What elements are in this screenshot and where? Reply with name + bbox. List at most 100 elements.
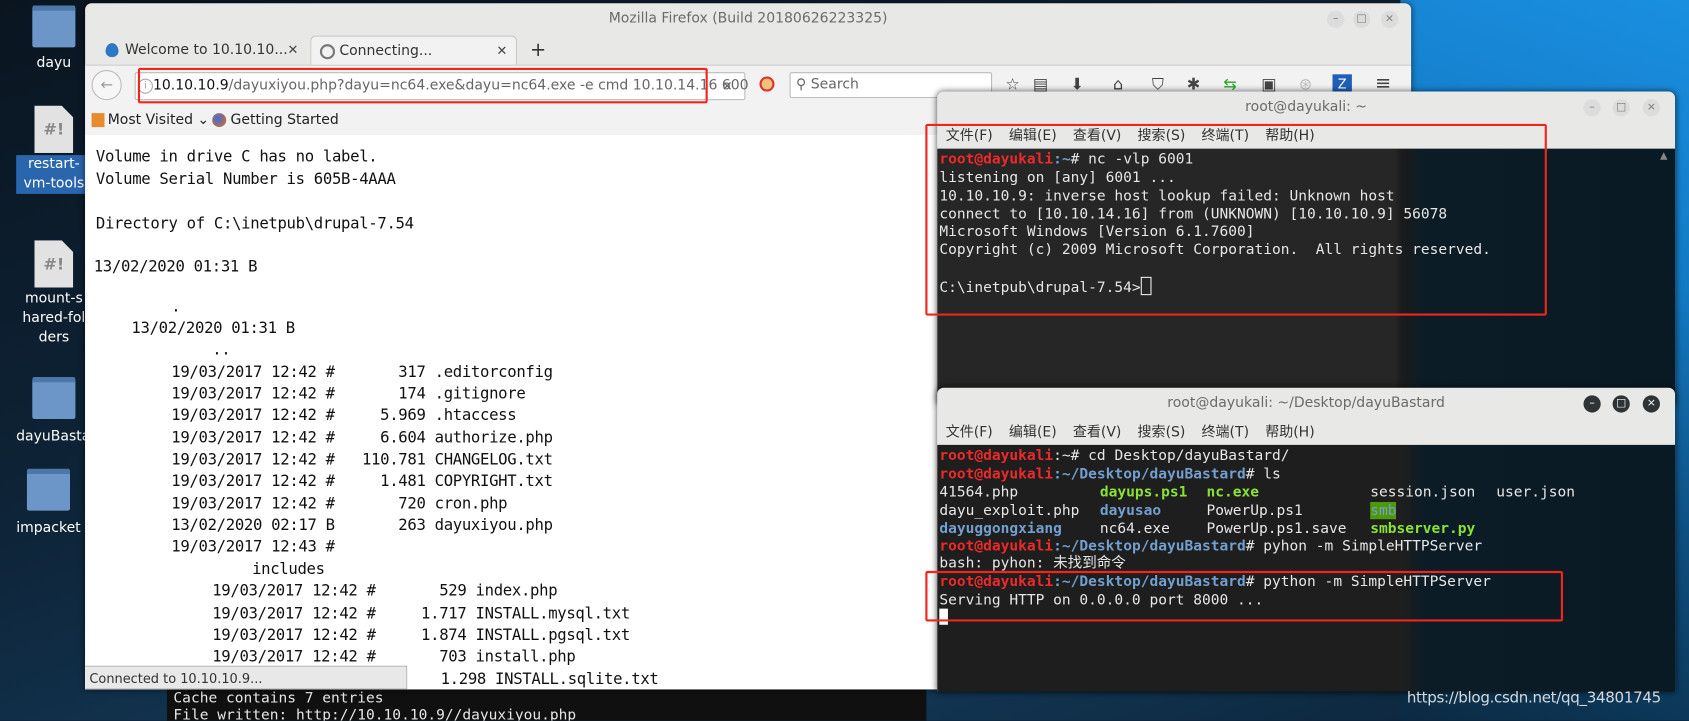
menu-file[interactable]: 文件(F) [946, 424, 993, 440]
ls-entry: PowerUp.ps1 [1206, 501, 1303, 520]
close-button[interactable]: × [1642, 99, 1660, 117]
folder-icon [32, 5, 76, 48]
ls-entry: PowerUp.ps1.save [1206, 520, 1347, 538]
content-line: Volume Serial Number is 605B-4AAA [95, 171, 396, 189]
close-tab-icon[interactable]: ✕ [288, 36, 299, 65]
content-line: 19/03/2017 12:42 # 5.969 .htaccess [171, 407, 517, 425]
menu-view[interactable]: 查看(V) [1073, 424, 1122, 440]
desktop: dayu #! restart-vm-tools #! mount-shared… [0, 0, 1689, 721]
tab-welcome[interactable]: Welcome to 10.10.10... ✕ [97, 36, 307, 65]
maximize-button[interactable]: □ [1612, 395, 1630, 413]
icon-label: dayuBastard [16, 428, 105, 445]
menu-edit[interactable]: 编辑(E) [1009, 424, 1057, 440]
desktop-icon-mount-shared-folders[interactable]: #! mount-shared-folders [16, 240, 91, 348]
tab-connecting[interactable]: Connecting... ✕ [310, 35, 518, 66]
content-line: 19/03/2017 12:42 # 174 .gitignore [171, 385, 526, 403]
tab-label: Welcome to 10.10.10... [124, 42, 288, 59]
content-line: includes [252, 561, 325, 579]
prompt-path: :~/Desktop/dayuBastard [1053, 465, 1246, 483]
most-visited-icon [91, 113, 105, 128]
content-line: 19/03/2017 12:42 # 6.604 authorize.php [171, 429, 553, 448]
icon-label: impacket [16, 520, 81, 537]
ls-entry: dayups.ps1 [1099, 483, 1188, 501]
content-line: 19/03/2017 12:42 # 529 index.php [212, 582, 558, 601]
ls-entry: 41564.php [939, 483, 1019, 501]
loading-icon [319, 44, 336, 60]
bookmark-label: Most Visited [107, 112, 193, 129]
icon-label: dayu [36, 54, 72, 72]
prompt-user: root@dayukali [939, 465, 1054, 483]
menu-terminal[interactable]: 终端(T) [1202, 424, 1249, 440]
status-bar: Connected to 10.10.10.9... [85, 665, 408, 690]
ls-entry: dayusao [1099, 501, 1162, 520]
highlight-box-url [137, 67, 708, 104]
terminal-line: bash: pyhon: 未找到命令 [939, 554, 1126, 572]
ls-entry: user.json [1496, 483, 1576, 501]
content-line: 19/03/2017 12:43 # [171, 538, 335, 556]
close-button[interactable]: × [1642, 395, 1660, 413]
ls-entry: nc64.exe [1099, 520, 1170, 538]
menu-help[interactable]: 帮助(H) [1265, 424, 1314, 440]
folder-icon [26, 468, 71, 511]
close-tab-icon[interactable]: ✕ [497, 37, 508, 66]
terminal-line: root@dayukali:~/Desktop/dayuBastard# ls [939, 465, 1280, 482]
prompt-user: root@dayukali [939, 537, 1054, 555]
script-icon: #! [34, 105, 74, 153]
window-title: root@dayukali: ~ [1245, 99, 1368, 116]
drupal-icon [105, 43, 119, 58]
tab-label: Connecting... [339, 43, 433, 60]
content-line: Volume in drive C has no label. [95, 148, 378, 166]
maximize-button[interactable]: □ [1612, 99, 1630, 117]
clear-url-icon[interactable]: ✕ [722, 73, 733, 99]
menu-search[interactable]: 搜索(S) [1138, 424, 1186, 440]
bookmark-most-visited[interactable]: Most Visited ⌄ [108, 106, 209, 135]
content-line: 19/03/2017 12:42 # 317 .editorconfig [171, 364, 553, 382]
prompt-path: :~ [1053, 447, 1071, 465]
terminal-line: root@dayukali:~# cd Desktop/dayuBastard/ [939, 447, 1289, 464]
content-line: 19/03/2017 12:42 # 1.717 INSTALL.mysql.t… [212, 605, 630, 623]
content-line: . [171, 298, 181, 316]
search-placeholder: Search [810, 76, 859, 93]
content-line: 13/02/2020 02:17 B 263 dayuxiyou.php [171, 517, 553, 535]
highlight-box-terminal2 [925, 570, 1564, 622]
terminal-line: File written: http://10.10.10.9//dayuxiy… [173, 706, 577, 721]
ls-entry: dayuggongxiang [939, 520, 1062, 538]
command: # pyhon -m SimpleHTTPServer [1245, 537, 1483, 555]
terminal-line: Cache contains 7 entries [173, 689, 384, 707]
scrollbar[interactable]: ▲ [1660, 151, 1671, 162]
desktop-icon-restart-vm-tools[interactable]: #! restart-vm-tools [16, 105, 92, 194]
new-tab-button[interactable]: + [530, 39, 546, 62]
desktop-icon-dayubastard[interactable]: dayuBastard [16, 377, 105, 447]
content-line: 19/03/2017 12:42 # 720 cron.php [171, 495, 508, 513]
minimize-button[interactable]: – [1583, 395, 1601, 413]
icon-label: restart-vm-tools [16, 155, 92, 194]
close-button[interactable]: × [1380, 10, 1399, 29]
maximize-button[interactable]: □ [1352, 10, 1371, 29]
watermark: https://blog.csdn.net/qq_34801745 [1406, 689, 1661, 707]
ls-entry: session.json [1370, 483, 1476, 501]
window-title: root@dayukali: ~/Desktop/dayuBastard [1167, 395, 1445, 412]
content-line: Directory of C:\inetpub\drupal-7.54 [95, 215, 414, 233]
highlight-box-terminal1 [925, 123, 1547, 316]
terminal-output[interactable]: root@dayukali:~# cd Desktop/dayuBastard/… [937, 444, 1676, 692]
content-line: 19/03/2017 12:42 # 1.874 INSTALL.pgsql.t… [212, 626, 630, 645]
ls-entry: smb [1370, 501, 1397, 520]
terminal-line: root@dayukali:~/Desktop/dayuBastard# pyh… [939, 538, 1482, 555]
terminal-window-2: root@dayukali: ~/Desktop/dayuBastard – □… [937, 387, 1676, 692]
content-line: 19/03/2017 12:42 # 703 install.php [212, 648, 576, 666]
noscript-icon[interactable] [759, 76, 775, 92]
minimize-button[interactable]: – [1583, 99, 1601, 117]
window-title: Mozilla Firefox (Build 20180626223325) [608, 10, 888, 27]
terminal-menu: 文件(F) 编辑(E) 查看(V) 搜索(S) 终端(T) 帮助(H) [937, 420, 1675, 445]
content-line: 13/02/2020 01:31 B [93, 258, 258, 276]
prompt-path: :~/Desktop/dayuBastard [1053, 537, 1246, 555]
back-button[interactable]: ← [91, 70, 122, 101]
prompt-user: root@dayukali [939, 447, 1054, 465]
folder-icon [32, 377, 76, 420]
minimize-button[interactable]: – [1327, 10, 1345, 29]
desktop-icon-dayu[interactable]: dayu [16, 5, 91, 73]
command: # cd Desktop/dayuBastard/ [1070, 447, 1290, 465]
desktop-icon-impacket[interactable]: impacket [11, 468, 86, 539]
content-line: 19/03/2017 12:42 # 110.781 CHANGELOG.txt [171, 451, 553, 469]
bookmark-getting-started[interactable]: Getting Started [231, 106, 339, 135]
